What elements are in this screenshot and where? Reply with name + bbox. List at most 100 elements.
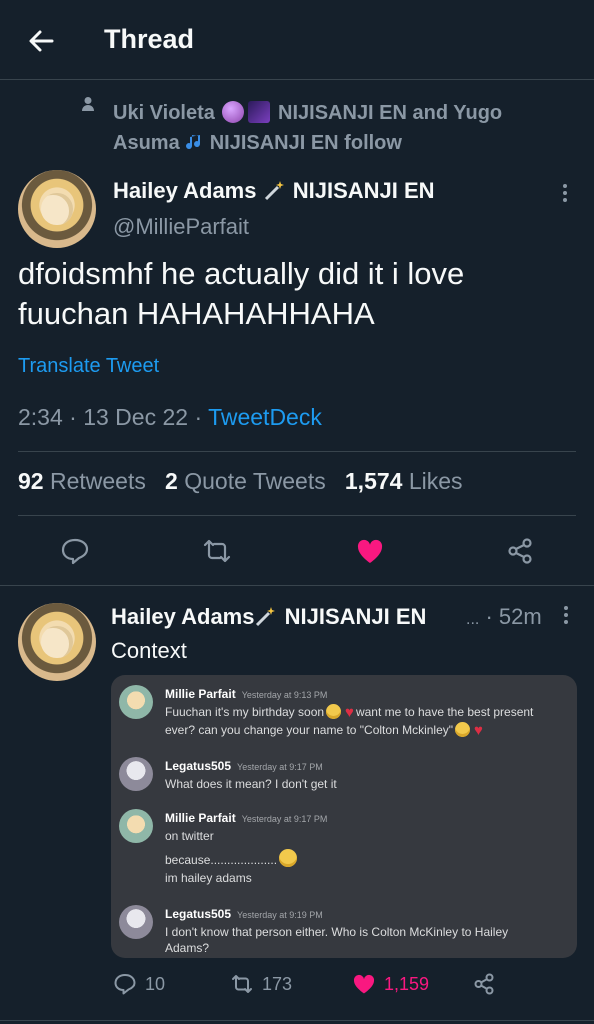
chat-line: What does it mean? I don't get it	[165, 776, 337, 792]
chat-text: im hailey adams	[165, 871, 252, 885]
chat-author-name: Legatus505	[165, 907, 232, 921]
top-bar: Thread	[0, 0, 594, 80]
reply-author-avatar[interactable]	[18, 603, 96, 681]
magic-wand-emoji-icon	[264, 181, 284, 201]
attached-image[interactable]: Millie Parfait Yesterday at 9:13 PM Fuuch…	[111, 675, 577, 958]
galaxy-emoji-icon	[248, 101, 271, 123]
page-title: Thread	[104, 24, 195, 54]
chat-text: want me to have the best present	[355, 705, 534, 719]
chat-author-name: Millie Parfait	[165, 687, 236, 701]
thread-separator	[0, 585, 594, 586]
reply-name-suffix: NIJISANJI EN	[284, 604, 427, 629]
chat-avatar	[119, 809, 153, 843]
more-options-icon[interactable]	[562, 184, 568, 204]
crystal-ball-emoji-icon	[222, 101, 245, 123]
chat-line: im hailey adams	[165, 870, 252, 886]
social-context[interactable]: Uki Violeta NIJISANJI EN and Yugo Asuma N…	[113, 98, 563, 158]
author-name[interactable]: Hailey Adams NIJISANJI EN	[113, 178, 435, 204]
chat-author: Millie Parfait Yesterday at 9:13 PM	[165, 687, 327, 701]
chat-text: ever? can you change your name to "Colto…	[165, 723, 454, 737]
music-note-emoji-icon	[185, 135, 200, 150]
retweets-stat[interactable]: 92 Retweets	[18, 468, 146, 494]
reply-retweets-count: 173	[262, 973, 293, 994]
chat-line: ever? can you change your name to "Colto…	[165, 722, 485, 739]
reply-icon[interactable]	[60, 536, 90, 566]
reply-retweet-button[interactable]: 173	[230, 972, 292, 996]
chat-author: Legatus505 Yesterday at 9:19 PM	[165, 907, 323, 921]
reply-name-ellipsis: ...	[466, 611, 480, 628]
divider	[18, 451, 576, 452]
reply-author-name[interactable]: Hailey Adams NIJISANJI EN	[111, 604, 426, 630]
social-context-name2: Asuma	[113, 132, 180, 154]
heart-emoji-icon: ♥	[474, 722, 483, 739]
retweets-count: 92	[18, 468, 44, 494]
divider	[18, 515, 576, 516]
retweet-icon	[232, 975, 252, 993]
tweet-meta: 2:34 · 13 Dec 22 · TweetDeck	[18, 404, 322, 431]
chat-author: Legatus505 Yesterday at 9:17 PM	[165, 759, 323, 773]
chat-author-name: Millie Parfait	[165, 811, 236, 825]
divider	[0, 1020, 594, 1021]
reply-display-name: Hailey Adams	[111, 604, 255, 629]
chat-text: on twitter	[165, 829, 214, 843]
reply-text: Context	[111, 638, 187, 663]
smirk-emoji-icon	[326, 704, 342, 719]
reply-time: · 52m	[485, 604, 542, 629]
chat-author: Millie Parfait Yesterday at 9:17 PM	[165, 811, 327, 825]
author-name-suffix: NIJISANJI EN	[292, 178, 435, 203]
share-icon	[474, 973, 494, 995]
chat-time: Yesterday at 9:17 PM	[241, 814, 328, 824]
chat-line: Fuuchan it's my birthday soon ♥ want me to…	[165, 704, 533, 721]
chat-line: on twitter	[165, 828, 214, 844]
back-arrow-icon[interactable]	[26, 26, 56, 56]
like-icon[interactable]	[355, 536, 385, 566]
chat-text: What does it mean? I don't get it	[165, 777, 337, 791]
author-handle[interactable]: @MillieParfait	[113, 214, 249, 240]
reply-like-button[interactable]: 1,159	[352, 972, 429, 996]
smirk-emoji-icon	[455, 722, 471, 737]
heart-emoji-icon: ♥	[345, 704, 354, 721]
reply-timestamp[interactable]: ... · 52m	[466, 604, 542, 630]
social-context-text2: NIJISANJI EN follow	[209, 132, 402, 154]
social-context-text1: NIJISANJI EN and Yugo	[278, 102, 503, 124]
chat-text: Fuuchan it's my birthday soon	[165, 705, 325, 719]
likes-stat[interactable]: 1,574 Likes	[345, 468, 463, 494]
share-icon[interactable]	[505, 536, 535, 566]
tweet-text: dfoidsmhf he actually did it i love fuuc…	[18, 256, 465, 331]
author-display-name: Hailey Adams	[113, 178, 257, 203]
chat-avatar	[119, 685, 153, 719]
likes-label: Likes	[408, 468, 463, 494]
reply-more-options-icon[interactable]	[563, 606, 569, 626]
chat-line: Adams?	[165, 940, 209, 956]
chat-line: I don't know that person either. Who is …	[165, 924, 508, 940]
chat-time: Yesterday at 9:17 PM	[237, 762, 323, 772]
chat-time: Yesterday at 9:13 PM	[241, 690, 328, 700]
reply-actions: 10 173 1,159	[0, 972, 594, 1002]
chat-text: Adams?	[165, 941, 210, 955]
tweet-timestamp[interactable]: 2:34 · 13 Dec 22 ·	[18, 404, 208, 430]
quotes-label: Quote Tweets	[184, 468, 326, 494]
likes-count: 1,574	[344, 468, 403, 494]
chat-avatar	[119, 905, 153, 939]
tweet-source-link[interactable]: TweetDeck	[208, 404, 322, 430]
quotes-stat[interactable]: 2 Quote Tweets	[165, 468, 326, 494]
tweet-stats: 92 Retweets 2 Quote Tweets 1,574 Likes	[18, 468, 463, 495]
reply-icon	[114, 974, 136, 995]
chat-line: because....................	[165, 849, 299, 868]
social-context-name1: Uki Violeta	[113, 102, 215, 124]
translate-tweet-link[interactable]: Translate Tweet	[18, 355, 159, 378]
quotes-count: 2	[165, 468, 178, 494]
chat-text: because....................	[165, 853, 278, 867]
person-icon	[82, 97, 94, 111]
retweet-icon[interactable]	[202, 536, 232, 566]
reply-likes-count: 1,159	[384, 973, 430, 994]
retweets-label: Retweets	[49, 468, 146, 494]
reply-share-button[interactable]	[472, 972, 496, 996]
reply-reply-button[interactable]: 10	[113, 972, 165, 996]
smirk-emoji-icon	[279, 849, 298, 867]
magic-wand-emoji-icon	[256, 607, 276, 627]
like-icon	[353, 974, 375, 994]
chat-text: I don't know that person either. Who is …	[165, 925, 509, 939]
reply-replies-count: 10	[145, 973, 166, 994]
author-avatar[interactable]	[18, 170, 96, 248]
